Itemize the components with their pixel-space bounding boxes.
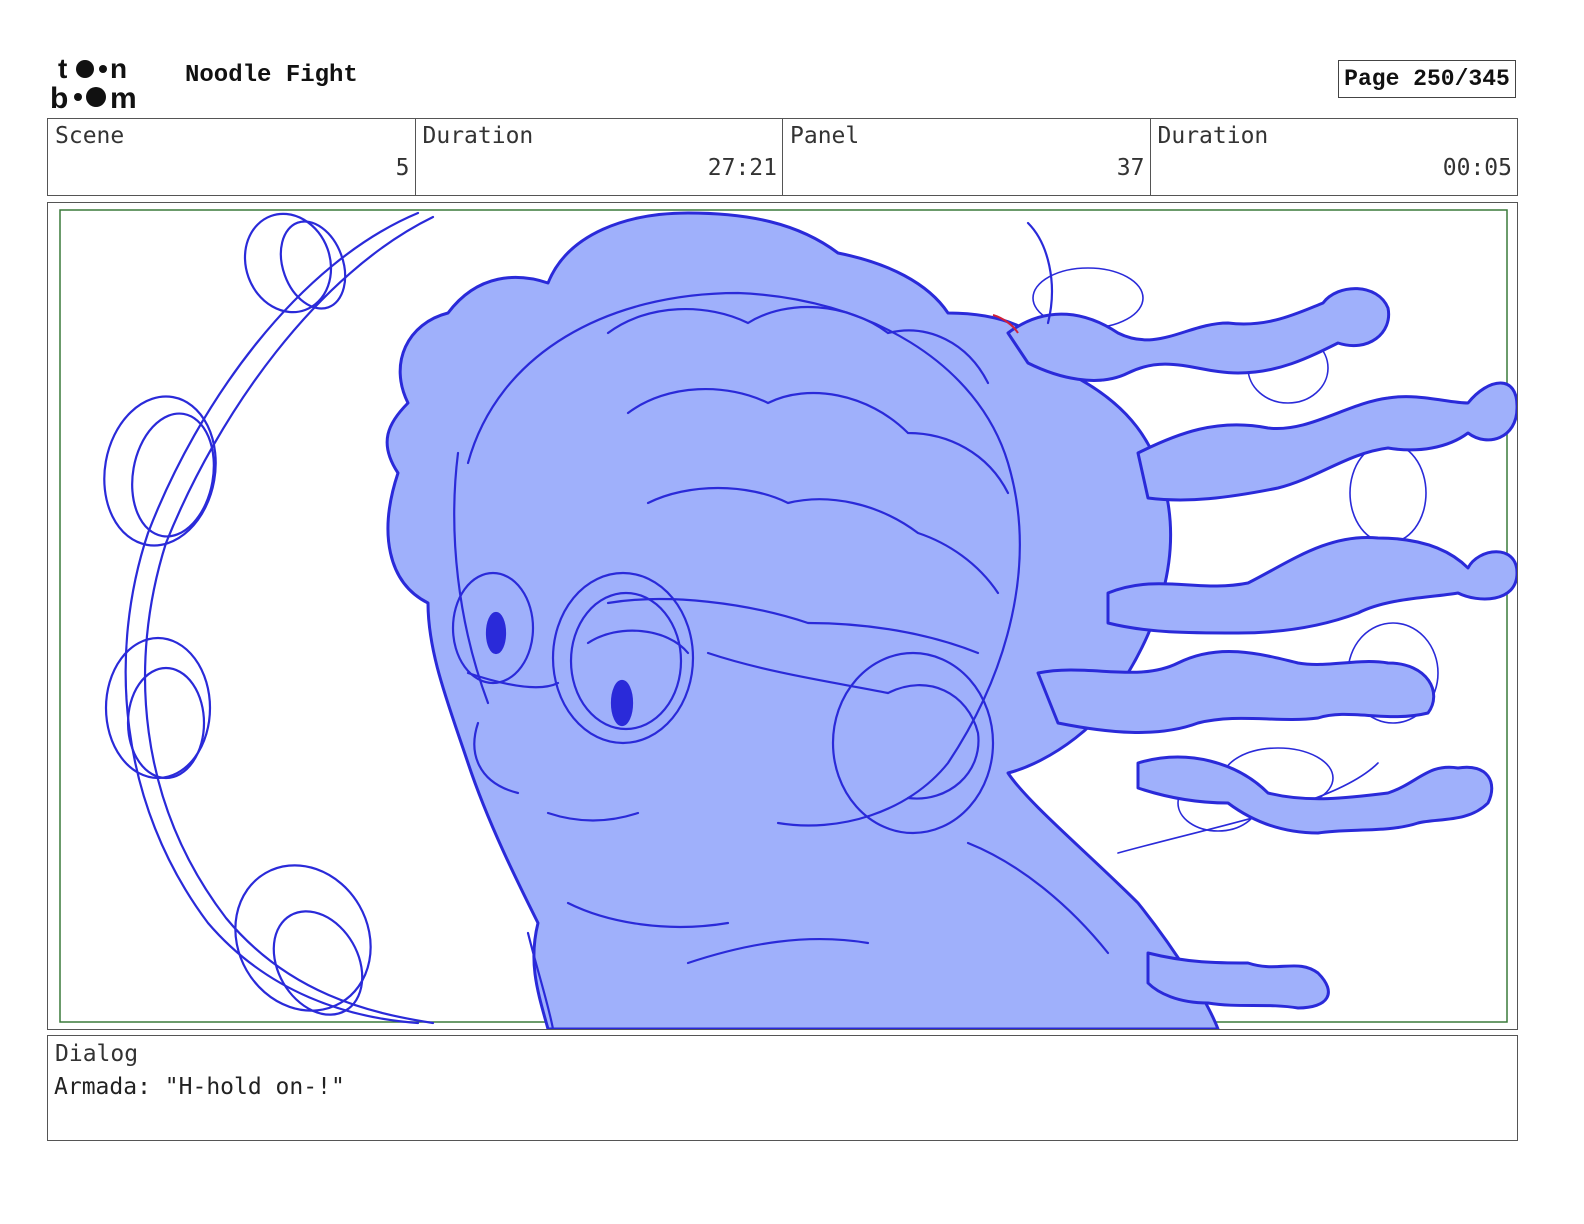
svg-text:m: m [110, 82, 137, 110]
svg-text:b: b [50, 82, 68, 110]
panel-duration-cell: Duration 00:05 [1151, 119, 1518, 195]
toon-boom-logo: t n b m [50, 53, 137, 110]
panel-info-row: Scene 5 Duration 27:21 Panel 37 Duration… [47, 118, 1518, 196]
panel-cell: Panel 37 [783, 119, 1151, 195]
dialog-text: Armada: "H-hold on-!" [54, 1074, 345, 1100]
dialog-box: Dialog Armada: "H-hold on-!" [47, 1035, 1518, 1141]
panel-value: 37 [1116, 155, 1145, 181]
svg-text:t: t [58, 53, 67, 84]
scene-duration-cell: Duration 27:21 [416, 119, 783, 195]
svg-text:n: n [110, 53, 127, 84]
storyboard-panel [47, 202, 1518, 1030]
panel-duration-value: 00:05 [1442, 155, 1512, 181]
noodle-arc-sketch [103, 211, 435, 1025]
scene-duration-value: 27:21 [707, 155, 777, 181]
scene-duration-label: Duration [422, 123, 534, 149]
scene-label: Scene [55, 123, 125, 149]
project-title: Noodle Fight [185, 62, 358, 89]
panel-duration-label: Duration [1157, 123, 1269, 149]
scene-value: 5 [395, 155, 410, 181]
panel-sketch [59, 209, 1517, 1029]
scene-cell: Scene 5 [48, 119, 416, 195]
dialog-label: Dialog [55, 1041, 139, 1067]
page-indicator: Page 250/345 [1338, 60, 1516, 98]
panel-label: Panel [790, 123, 860, 149]
